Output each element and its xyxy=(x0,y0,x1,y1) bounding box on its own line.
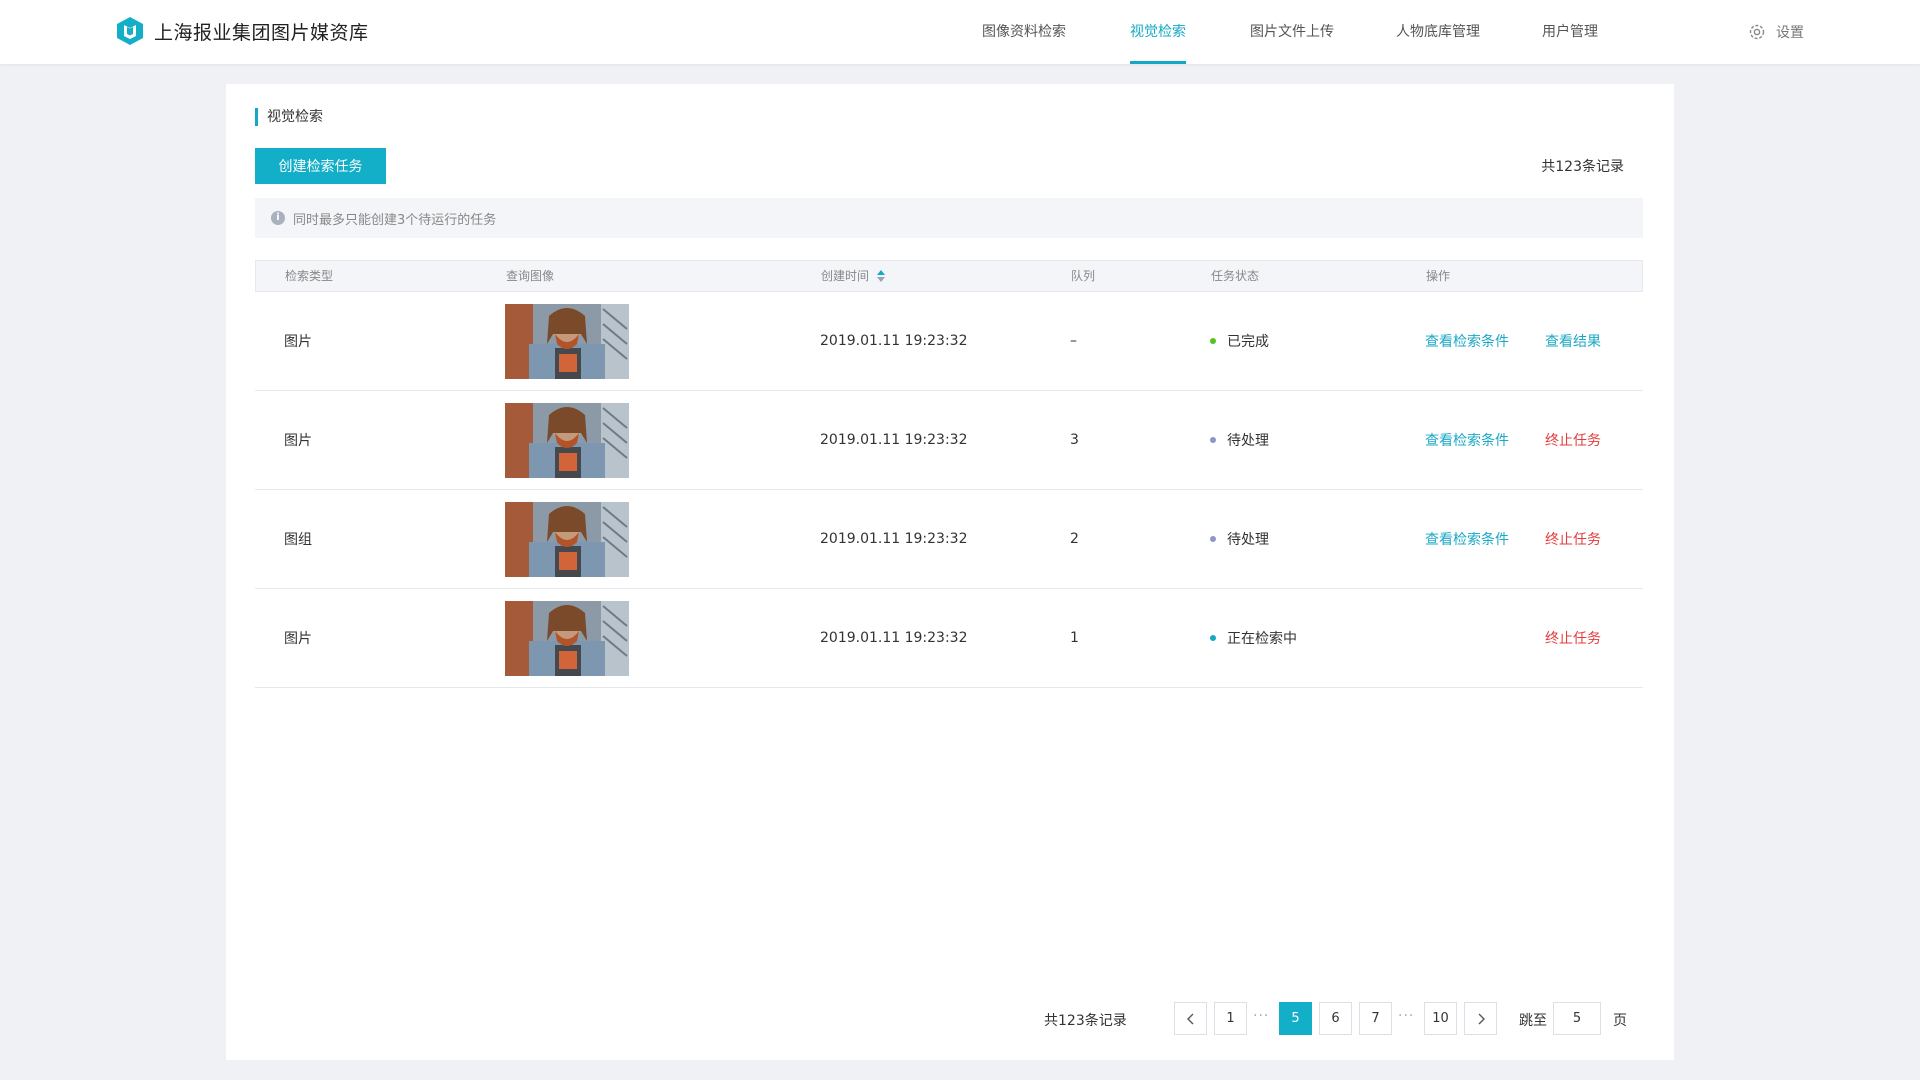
pagination: 共123条记录 1 ··· 5 6 7 ··· 10 跳至 页 xyxy=(226,1002,1674,1036)
cell-type: 图片 xyxy=(284,334,312,350)
total-records: 共123条记录 xyxy=(1541,159,1624,175)
settings-label: 设置 xyxy=(1776,25,1804,41)
status-label: 待处理 xyxy=(1227,532,1269,548)
cell-status: 正在检索中 xyxy=(1210,589,1297,687)
notice-bar: i 同时最多只能创建3个待运行的任务 xyxy=(255,198,1643,238)
chevron-left-icon xyxy=(1186,1013,1193,1025)
box-logo-icon xyxy=(117,17,143,45)
jump-suffix: 页 xyxy=(1613,1013,1627,1029)
cell-queue: 3 xyxy=(1070,432,1079,448)
cell-status: 待处理 xyxy=(1210,490,1269,588)
stop-task-link[interactable]: 终止任务 xyxy=(1545,430,1601,450)
nav-item-upload[interactable]: 图片文件上传 xyxy=(1250,0,1334,64)
jump-label: 跳至 xyxy=(1519,1013,1547,1029)
sort-icon[interactable] xyxy=(877,270,886,282)
pagination-total: 共123条记录 xyxy=(1044,1013,1127,1029)
task-table: 检索类型 查询图像 创建时间 队列 任务状态 操作 图片 2019.01.11 … xyxy=(255,260,1643,688)
view-conditions-link[interactable]: 查看检索条件 xyxy=(1425,529,1509,549)
app-title: 上海报业集团图片媒资库 xyxy=(154,21,369,44)
header-queue: 队列 xyxy=(1071,269,1096,283)
cell-action-conditions: 查看检索条件 xyxy=(1425,490,1509,588)
nav-item-user-management[interactable]: 用户管理 xyxy=(1542,0,1598,64)
query-thumbnail[interactable] xyxy=(505,303,629,379)
page-button-10[interactable]: 10 xyxy=(1424,1002,1457,1035)
status-label: 正在检索中 xyxy=(1227,631,1297,647)
cell-action-conditions: 查看检索条件 xyxy=(1425,391,1509,489)
cell-created-time: 2019.01.11 19:23:32 xyxy=(820,333,968,349)
chevron-right-icon xyxy=(1478,1013,1485,1025)
prev-page-button[interactable] xyxy=(1174,1002,1207,1035)
stop-task-link[interactable]: 终止任务 xyxy=(1545,529,1601,549)
header-created-time[interactable]: 创建时间 xyxy=(821,261,886,291)
table-row: 图片 2019.01.11 19:23:32 – 已完成 查看检索条件 查看结果 xyxy=(255,292,1643,391)
status-dot-icon xyxy=(1210,338,1216,344)
settings-button[interactable]: 设置 xyxy=(1748,22,1804,42)
jump-page-input[interactable] xyxy=(1553,1002,1601,1035)
cell-action-secondary: 终止任务 xyxy=(1545,391,1601,489)
section-title: 视觉检索 xyxy=(255,108,323,126)
table-row: 图组 2019.01.11 19:23:32 2 待处理 查看检索条件 终止任务 xyxy=(255,490,1643,589)
nav-item-image-search[interactable]: 图像资料检索 xyxy=(982,0,1066,64)
cell-type: 图片 xyxy=(284,433,312,449)
cell-queue: 1 xyxy=(1070,630,1079,646)
page-button-7[interactable]: 7 xyxy=(1359,1002,1392,1035)
page-button-6[interactable]: 6 xyxy=(1319,1002,1352,1035)
cell-status: 已完成 xyxy=(1210,292,1269,390)
query-thumbnail[interactable] xyxy=(505,501,629,577)
table-row: 图片 2019.01.11 19:23:32 1 正在检索中 终止任务 xyxy=(255,589,1643,688)
header-actions: 操作 xyxy=(1426,269,1451,283)
view-conditions-link[interactable]: 查看检索条件 xyxy=(1425,430,1509,450)
cell-created-time: 2019.01.11 19:23:32 xyxy=(820,531,968,547)
cell-query-image[interactable] xyxy=(505,292,629,390)
cell-queue: 2 xyxy=(1070,531,1079,547)
cell-type: 图组 xyxy=(284,532,312,548)
header-query-image: 查询图像 xyxy=(506,269,555,283)
cell-queue: – xyxy=(1070,333,1077,349)
header-type: 检索类型 xyxy=(285,269,334,283)
gear-icon xyxy=(1749,24,1765,40)
query-thumbnail[interactable] xyxy=(505,600,629,676)
main-nav: 图像资料检索 视觉检索 图片文件上传 人物底库管理 用户管理 xyxy=(960,0,1598,64)
top-header: 上海报业集团图片媒资库 图像资料检索 视觉检索 图片文件上传 人物底库管理 用户… xyxy=(0,0,1920,64)
pagination-ellipsis[interactable]: ··· xyxy=(1398,1008,1414,1024)
table-row: 图片 2019.01.11 19:23:32 3 待处理 查看检索条件 终止任务 xyxy=(255,391,1643,490)
cell-query-image[interactable] xyxy=(505,391,629,489)
header-created-time-label: 创建时间 xyxy=(821,269,870,283)
cell-type: 图片 xyxy=(284,631,312,647)
status-dot-icon xyxy=(1210,536,1216,542)
cell-action-secondary: 终止任务 xyxy=(1545,589,1601,687)
cell-action-secondary: 查看结果 xyxy=(1545,292,1601,390)
nav-item-person-library[interactable]: 人物底库管理 xyxy=(1396,0,1480,64)
view-conditions-link[interactable]: 查看检索条件 xyxy=(1425,331,1509,351)
stop-task-link[interactable]: 终止任务 xyxy=(1545,628,1601,648)
cell-query-image[interactable] xyxy=(505,589,629,687)
create-task-button[interactable]: 创建检索任务 xyxy=(255,148,386,184)
status-label: 已完成 xyxy=(1227,334,1269,350)
table-header: 检索类型 查询图像 创建时间 队列 任务状态 操作 xyxy=(255,260,1643,292)
cell-created-time: 2019.01.11 19:23:32 xyxy=(820,432,968,448)
status-dot-icon xyxy=(1210,635,1216,641)
page-button-5[interactable]: 5 xyxy=(1279,1002,1312,1035)
header-status: 任务状态 xyxy=(1211,269,1260,283)
view-results-link[interactable]: 查看结果 xyxy=(1545,331,1601,351)
info-icon: i xyxy=(271,211,285,225)
main-card: 视觉检索 创建检索任务 共123条记录 i 同时最多只能创建3个待运行的任务 检… xyxy=(226,84,1674,1060)
nav-item-visual-search[interactable]: 视觉检索 xyxy=(1130,0,1186,64)
cell-created-time: 2019.01.11 19:23:32 xyxy=(820,630,968,646)
cell-action-conditions: 查看检索条件 xyxy=(1425,292,1509,390)
next-page-button[interactable] xyxy=(1464,1002,1497,1035)
status-dot-icon xyxy=(1210,437,1216,443)
table-body: 图片 2019.01.11 19:23:32 – 已完成 查看检索条件 查看结果… xyxy=(255,292,1643,688)
query-thumbnail[interactable] xyxy=(505,402,629,478)
pagination-ellipsis[interactable]: ··· xyxy=(1253,1008,1269,1024)
cell-status: 待处理 xyxy=(1210,391,1269,489)
notice-text: 同时最多只能创建3个待运行的任务 xyxy=(293,212,497,228)
cell-query-image[interactable] xyxy=(505,490,629,588)
status-label: 待处理 xyxy=(1227,433,1269,449)
page-button-1[interactable]: 1 xyxy=(1214,1002,1247,1035)
app-logo[interactable]: 上海报业集团图片媒资库 xyxy=(116,14,369,48)
cell-action-secondary: 终止任务 xyxy=(1545,490,1601,588)
